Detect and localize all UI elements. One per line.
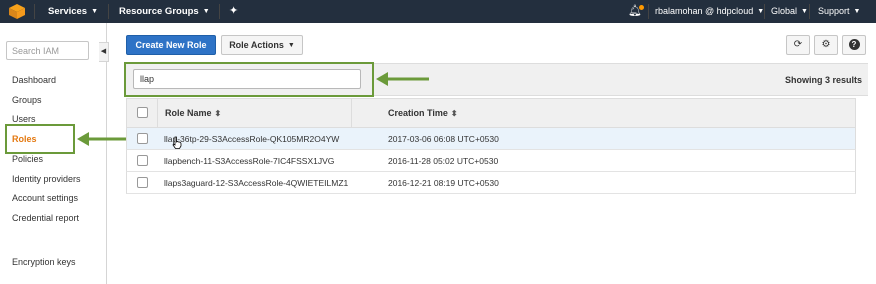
help-icon: ? [848, 39, 860, 50]
table-row[interactable]: llaps3aguard-12-S3AccessRole-4QWIETEILMZ… [126, 172, 856, 194]
roles-highlight-box [5, 124, 75, 154]
sidebar-item-account-settings[interactable]: Account settings [12, 193, 78, 203]
role-name-link[interactable]: llapbench-11-S3AccessRole-7IC4FSSX1JVG [164, 156, 334, 166]
role-name-link[interactable]: llaps3aguard-12-S3AccessRole-4QWIETEILMZ… [164, 178, 348, 188]
column-role-name[interactable]: Role Name ⬍ [158, 99, 352, 127]
region-menu[interactable]: Global ▼ [771, 0, 808, 23]
bell-icon[interactable]: 🔔︎ [628, 0, 642, 23]
sidebar-item-groups[interactable]: Groups [12, 95, 42, 105]
resource-groups-menu[interactable]: Resource Groups ▼ [119, 0, 210, 23]
role-actions-label: Role Actions [229, 40, 284, 50]
create-new-role-button[interactable]: Create New Role [126, 35, 216, 55]
services-menu[interactable]: Services ▼ [48, 0, 98, 23]
chevron-down-icon: ▼ [91, 8, 99, 15]
refresh-icon: ⟳ [793, 39, 803, 50]
region-label: Global [771, 6, 798, 16]
column-creation-time[interactable]: Creation Time ⬍ [352, 99, 552, 127]
chevron-down-icon: ▼ [853, 8, 861, 15]
sidebar-item-identity-providers[interactable]: Identity providers [12, 174, 81, 184]
pin-icon[interactable]: ✦ [229, 0, 238, 23]
nav-divider [34, 4, 35, 19]
resource-groups-label: Resource Groups [119, 6, 199, 17]
row-checkbox[interactable] [137, 177, 148, 188]
hand-cursor-icon [172, 136, 182, 149]
nav-divider [809, 4, 810, 19]
arrow-left-icon [77, 132, 126, 146]
table-row[interactable]: llap-36tp-29-S3AccessRole-QK105MR2O4YW 2… [126, 128, 856, 150]
support-menu[interactable]: Support ▼ [818, 0, 860, 23]
column-creation-time-label: Creation Time [388, 108, 448, 118]
nav-divider [108, 4, 109, 19]
nav-divider [764, 4, 765, 19]
row-checkbox[interactable] [137, 133, 148, 144]
table-header: Role Name ⬍ Creation Time ⬍ [126, 98, 856, 128]
filter-highlight-box [124, 62, 374, 97]
column-role-name-label: Role Name [165, 108, 212, 118]
role-actions-button[interactable]: Role Actions ▼ [221, 35, 303, 55]
role-name-link[interactable]: llap-36tp-29-S3AccessRole-QK105MR2O4YW [164, 134, 339, 144]
chevron-down-icon: ▼ [801, 8, 808, 15]
sort-icon: ⬍ [450, 109, 458, 118]
services-label: Services [48, 6, 88, 17]
creation-time: 2017-03-06 06:08 UTC+0530 [388, 134, 499, 144]
row-checkbox[interactable] [137, 155, 148, 166]
settings-button[interactable]: ⚙ [814, 35, 838, 55]
nav-divider [219, 4, 220, 19]
top-navigation-bar: Services ▼ Resource Groups ▼ ✦ 🔔︎ rbalamoh… [0, 0, 876, 23]
support-label: Support [818, 6, 850, 16]
select-all-checkbox[interactable] [137, 107, 148, 118]
results-count: Showing 3 results [784, 75, 862, 85]
chevron-down-icon: ▼ [202, 8, 210, 15]
refresh-button[interactable]: ⟳ [786, 35, 810, 55]
notification-dot [639, 5, 644, 10]
help-button[interactable]: ? [842, 35, 866, 55]
header-checkbox-cell [127, 99, 158, 127]
account-label: rbalamohan @ hdpcloud [655, 6, 754, 16]
sort-icon: ⬍ [214, 109, 222, 118]
creation-time: 2016-12-21 08:19 UTC+0530 [388, 178, 499, 188]
sidebar-item-users[interactable]: Users [12, 114, 36, 124]
arrow-left-icon [376, 72, 429, 86]
creation-time: 2016-11-28 05:02 UTC+0530 [388, 156, 499, 166]
sidebar-item-credential-report[interactable]: Credential report [12, 213, 79, 223]
sidebar-item-policies[interactable]: Policies [12, 154, 43, 164]
nav-divider [648, 4, 649, 19]
gear-icon: ⚙ [821, 39, 831, 50]
collapse-sidebar-icon[interactable]: ◀ [99, 42, 109, 62]
sidebar-item-dashboard[interactable]: Dashboard [12, 75, 56, 85]
aws-cube-logo-icon[interactable] [8, 3, 26, 20]
chevron-down-icon: ▼ [287, 42, 295, 49]
search-iam-input[interactable] [6, 41, 89, 60]
table-row[interactable]: llapbench-11-S3AccessRole-7IC4FSSX1JVG 2… [126, 150, 856, 172]
sidebar-item-encryption-keys[interactable]: Encryption keys [12, 257, 76, 267]
account-menu[interactable]: rbalamohan @ hdpcloud ▼ [655, 0, 764, 23]
